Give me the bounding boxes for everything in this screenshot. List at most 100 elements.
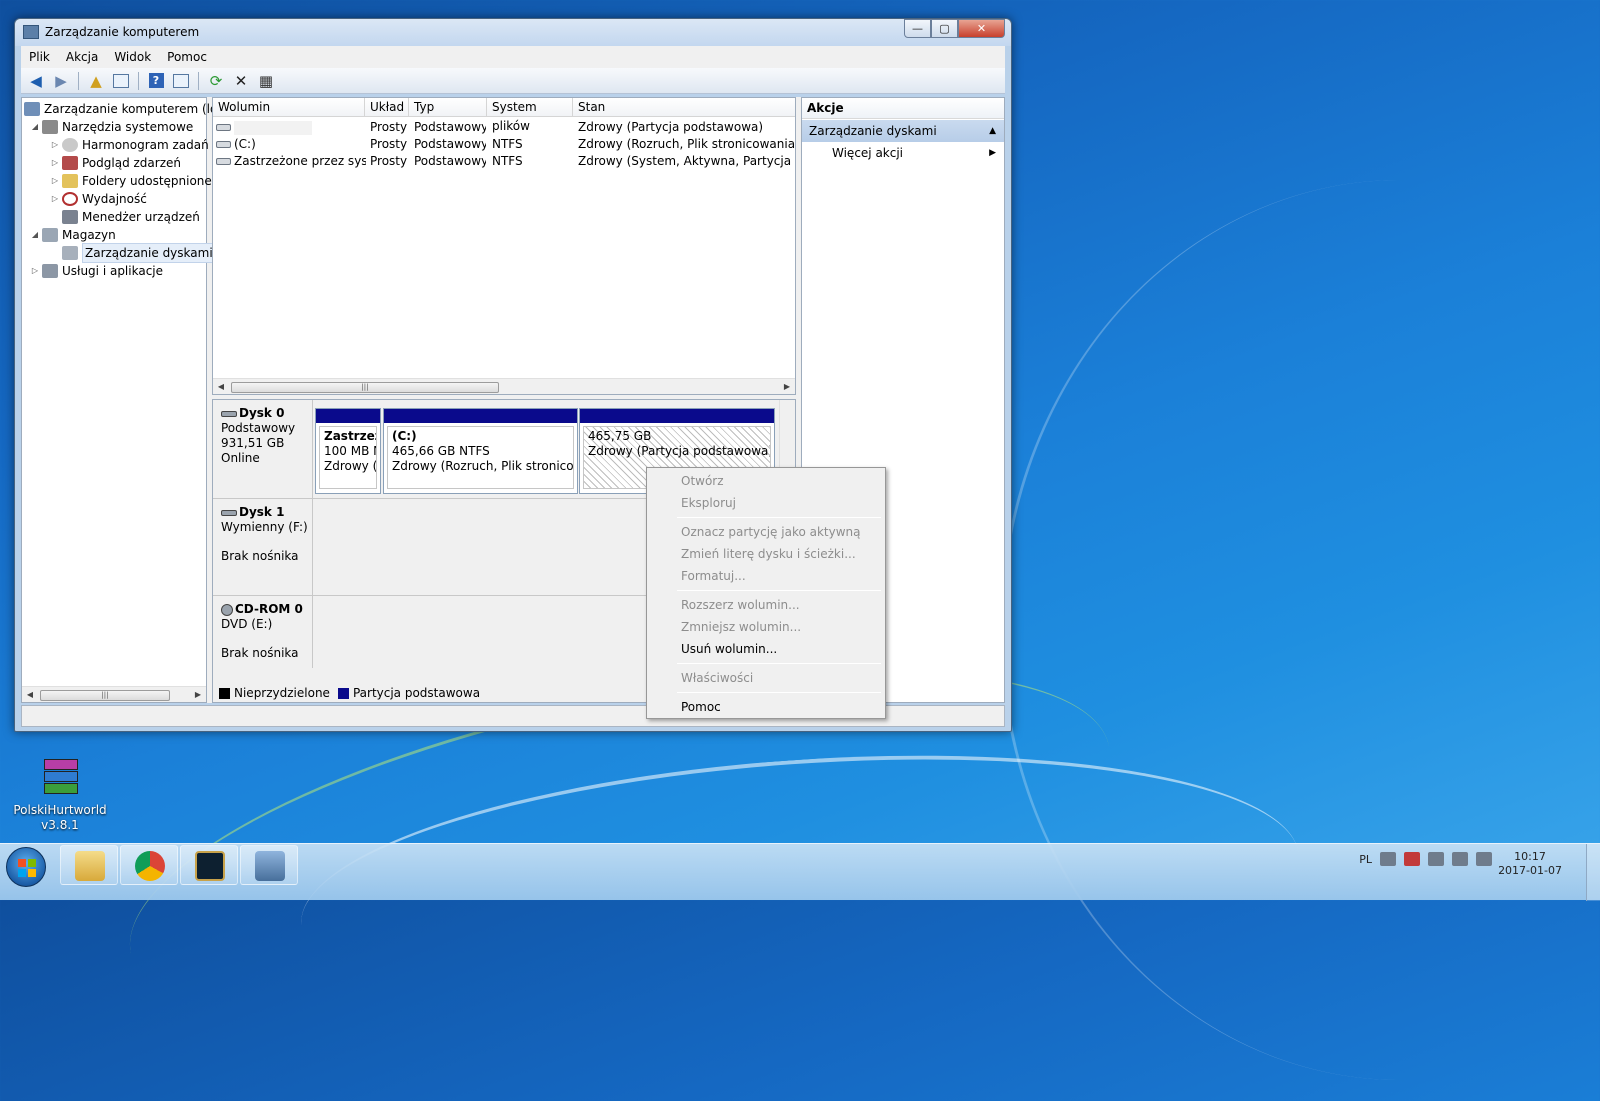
maximize-button[interactable]: ▢	[931, 19, 958, 38]
cdrom-0-info[interactable]: CD-ROM 0 DVD (E:) Brak nośnika	[213, 596, 313, 668]
volume-icon[interactable]	[1476, 852, 1492, 866]
tree-item-services[interactable]: ▷ Usługi i aplikacje	[28, 262, 163, 280]
tree-label: Foldery udostępnione	[82, 174, 212, 188]
column-header-layout[interactable]: Układ	[365, 98, 409, 117]
scroll-right-icon[interactable]: ▶	[190, 687, 206, 703]
keyboard-icon[interactable]	[1380, 852, 1396, 866]
more-actions[interactable]: Więcej akcji ▶	[802, 142, 1004, 164]
menu-item-change-drive-letter[interactable]: Zmień literę dysku i ścieżki...	[649, 543, 883, 565]
menu-plik[interactable]: Plik	[21, 50, 58, 64]
menu-separator	[677, 590, 881, 591]
scroll-thumb[interactable]: |||	[40, 690, 170, 701]
close-button[interactable]: ✕	[958, 19, 1005, 38]
table-row[interactable]: (C:) Prosty Podstawowy NTFS Zdrowy (Rozr…	[213, 136, 795, 153]
network-icon[interactable]	[1452, 852, 1468, 866]
menu-akcja[interactable]: Akcja	[58, 50, 106, 64]
disk-1-info[interactable]: Dysk 1 Wymienny (F:) Brak nośnika	[213, 499, 313, 595]
disk-0-info[interactable]: Dysk 0 Podstawowy 931,51 GB Online	[213, 400, 313, 498]
menu-item-format[interactable]: Formatuj...	[649, 565, 883, 587]
collapsed-arrow-icon[interactable]: ▷	[48, 136, 62, 154]
refresh-icon[interactable]: ⟳	[205, 71, 227, 91]
expanded-arrow-icon[interactable]: ◢	[28, 226, 42, 244]
taskbar-explorer[interactable]	[60, 845, 118, 885]
title-bar[interactable]: Zarządzanie komputerem — ▢ ✕	[15, 19, 1011, 46]
tree-item-system-tools[interactable]: ◢ Narzędzia systemowe	[28, 118, 193, 136]
device-icon[interactable]	[1428, 852, 1444, 866]
collapse-up-icon[interactable]: ▲	[989, 120, 996, 142]
tree-item-disk-management[interactable]: Zarządzanie dyskami	[62, 243, 216, 263]
tree-item-task-scheduler[interactable]: ▷ Harmonogram zadań	[48, 136, 209, 154]
collapsed-arrow-icon[interactable]: ▷	[28, 262, 42, 280]
tree-item-performance[interactable]: ▷ Wydajność	[48, 190, 147, 208]
volume-list-horizontal-scrollbar[interactable]: ◀ ||| ▶	[213, 378, 795, 394]
menu-widok[interactable]: Widok	[106, 50, 159, 64]
action-center-icon[interactable]	[1404, 852, 1420, 866]
desktop-icon-polskihurtworld[interactable]: PolskiHurtworld v3.8.1	[10, 757, 110, 833]
collapsed-arrow-icon[interactable]: ▷	[48, 154, 62, 172]
menu-item-open[interactable]: Otwórz	[649, 470, 883, 492]
scroll-thumb[interactable]: |||	[231, 382, 499, 393]
show-hide-tree-icon[interactable]	[110, 71, 132, 91]
layout-cell: Prosty	[370, 120, 408, 134]
tree-item-shared-folders[interactable]: ▷ Foldery udostępnione	[48, 172, 212, 190]
disk-size: 931,51 GB	[221, 436, 285, 450]
delete-icon[interactable]: ✕	[230, 71, 252, 91]
menu-item-shrink-volume[interactable]: Zmniejsz wolumin...	[649, 616, 883, 638]
column-header-volume[interactable]: Wolumin	[213, 98, 365, 117]
status-cell: Zdrowy (System, Aktywna, Partycja podsta…	[578, 154, 795, 168]
clock[interactable]: 10:17 2017-01-07	[1498, 850, 1562, 878]
expanded-arrow-icon[interactable]: ◢	[28, 118, 42, 136]
tree-label: Podgląd zdarzeń	[82, 156, 181, 170]
show-hide-action-pane-icon[interactable]	[170, 71, 192, 91]
menu-item-help[interactable]: Pomoc	[649, 696, 883, 718]
volume-cell: (C:)	[216, 136, 366, 153]
column-header-status[interactable]: Stan	[573, 98, 797, 117]
tree-label: Wydajność	[82, 192, 147, 206]
taskbar-league[interactable]	[180, 845, 238, 885]
clock-icon	[62, 138, 78, 152]
tree-label: Zarządzanie dyskami	[82, 243, 216, 263]
menu-item-mark-active[interactable]: Oznacz partycję jako aktywną	[649, 521, 883, 543]
taskbar-chrome[interactable]	[120, 845, 178, 885]
desktop-icon-version: v3.8.1	[41, 818, 79, 832]
menu-item-properties[interactable]: Właściwości	[649, 667, 883, 689]
collapsed-arrow-icon[interactable]: ▷	[48, 172, 62, 190]
partition-system-reserved[interactable]: Zastrzeżo 100 MB NT Zdrowy (S	[315, 408, 381, 494]
scroll-right-icon[interactable]: ▶	[779, 379, 795, 395]
forward-icon[interactable]: ▶	[50, 71, 72, 91]
collapsed-arrow-icon[interactable]: ▷	[48, 190, 62, 208]
actions-group-disk-management[interactable]: Zarządzanie dyskami ▲	[802, 120, 1004, 142]
performance-icon	[62, 192, 78, 206]
filesystem-cell: NTFS	[492, 154, 523, 168]
menu-item-extend-volume[interactable]: Rozszerz wolumin...	[649, 594, 883, 616]
volume-name: Zastrzeżone przez system	[234, 154, 366, 168]
tree-item-device-manager[interactable]: Menedżer urządzeń	[62, 208, 200, 226]
table-row[interactable]: Zastrzeżone przez system Prosty Podstawo…	[213, 153, 795, 170]
menu-pomoc[interactable]: Pomoc	[159, 50, 215, 64]
back-icon[interactable]: ◀	[25, 71, 47, 91]
menu-item-explore[interactable]: Eksploruj	[649, 492, 883, 514]
menu-separator	[677, 692, 881, 693]
partition-title: (C:)	[392, 429, 417, 443]
table-row[interactable]: Prosty Podstawowy Zdrowy (Partycja podst…	[213, 119, 795, 136]
console-tree: Zarządzanie komputerem (lokalne) ◢ Narzę…	[21, 97, 254, 703]
up-folder-icon[interactable]: ▲	[85, 71, 107, 91]
tree-item-storage[interactable]: ◢ Magazyn	[28, 226, 116, 244]
properties-icon[interactable]: ▦	[255, 71, 277, 91]
help-icon[interactable]: ?	[145, 71, 167, 91]
minimize-button[interactable]: —	[904, 19, 931, 38]
start-button[interactable]	[6, 847, 46, 887]
scroll-left-icon[interactable]: ◀	[22, 687, 38, 703]
tree-horizontal-scrollbar[interactable]: ◀ ||| ▶	[22, 686, 206, 702]
actions-group-label: Zarządzanie dyskami	[809, 124, 937, 138]
column-header-type[interactable]: Typ	[409, 98, 487, 117]
menu-item-delete-volume[interactable]: Usuń wolumin...	[649, 638, 883, 660]
partition-c[interactable]: (C:) 465,66 GB NTFS Zdrowy (Rozruch, Pli…	[383, 408, 578, 494]
language-indicator[interactable]: PL	[1359, 853, 1372, 866]
column-header-filesystem[interactable]: System plików	[487, 98, 573, 133]
layout-cell: Prosty	[370, 137, 408, 151]
show-desktop-button[interactable]	[1586, 844, 1600, 901]
taskbar-computer-management[interactable]	[240, 845, 298, 885]
tree-item-event-viewer[interactable]: ▷ Podgląd zdarzeń	[48, 154, 181, 172]
scroll-left-icon[interactable]: ◀	[213, 379, 229, 395]
